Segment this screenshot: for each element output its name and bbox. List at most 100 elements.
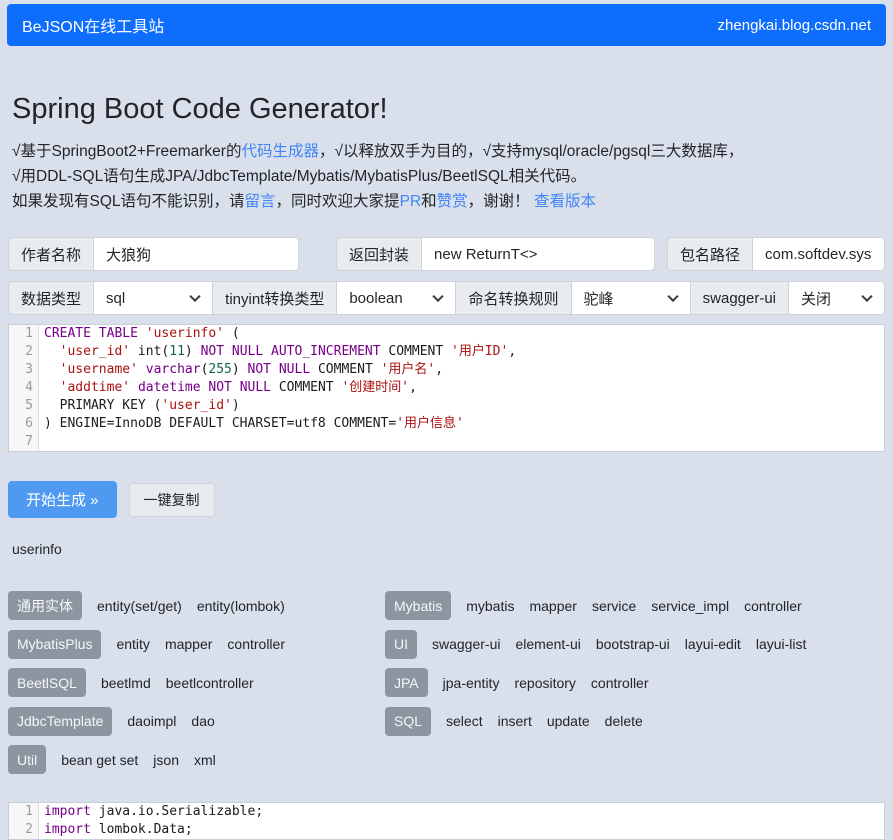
sql-editor[interactable]: 1CREATE TABLE 'userinfo' (2 'user_id' in… [8,324,885,452]
tag-column-left: 通用实体 entity(set/get) entity(lombok) Mybatis… [8,591,385,784]
tag-group-badge-ui: UI [385,630,417,659]
code-text: ) ENGINE=InnoDB DEFAULT CHARSET=utf8 COM… [39,415,464,433]
tag-column-right: Mybatismybatismapperserviceservice_implc… [385,591,885,784]
tag-group: 通用实体 entity(set/get) entity(lombok) [8,591,385,620]
datatype-label: 数据类型 [8,281,94,315]
datatype-value: sql [106,290,125,307]
tag-item-controller[interactable]: controller [744,598,802,614]
datatype-select[interactable]: sql [93,281,213,315]
code-text: CREATE TABLE 'userinfo' ( [39,325,240,343]
tag-group: BeetlSQL beetlmd beetlcontroller [8,668,385,697]
desc-text: 和 [421,193,437,210]
desc-text: 如果发现有SQL语句不能识别，请 [12,193,245,210]
tag-item-insert[interactable]: insert [498,713,532,729]
tag-group: UI swagger-ui element-ui bootstrap-ui layui-… [385,630,885,659]
line-number: 1 [9,803,39,821]
chevron-down-icon [433,291,444,302]
tinyint-label: tinyint转换类型 [212,281,337,315]
tag-group-badge-sql: SQL [385,707,431,736]
code-line: 1CREATE TABLE 'userinfo' ( [9,325,884,343]
tag-item-service-impl[interactable]: service_impl [651,598,729,614]
main-content: Spring Boot Code Generator! √基于SpringBoo… [0,93,893,840]
tag-group: SQL select insert update delete [385,707,885,736]
code-generator-link[interactable]: 代码生成器 [241,143,319,160]
tag-item-beetlmd[interactable]: beetlmd [101,675,151,691]
tag-item-controller[interactable]: controller [591,675,649,691]
tag-item-mapper[interactable]: mapper [165,636,212,652]
tag-group-badge-mybatis: Mybatis [385,591,451,620]
code-line: 1import java.io.Serializable; [9,803,884,821]
code-text: 'user_id' int(11) NOT NULL AUTO_INCREMEN… [39,343,516,361]
tag-item-json[interactable]: json [153,752,179,768]
code-line: 2import lombok.Data; [9,821,884,839]
description: √基于SpringBoot2+Freemarker的代码生成器，√以释放双手为目… [12,139,881,214]
form-row-2: 数据类型 sql tinyint转换类型 boolean 命名转换规则 驼峰 s… [8,281,885,315]
tag-group: JPAjpa-entityrepositorycontroller [385,668,885,697]
swagger-select[interactable]: 关闭 [788,281,885,315]
actions-bar: 开始生成 » 一键复制 [8,481,885,518]
chevron-down-icon [667,291,678,302]
code-text: import java.io.Serializable; [39,803,263,821]
line-number: 2 [9,821,39,839]
tag-item-xml[interactable]: xml [194,752,216,768]
tag-item-beetlcontroller[interactable]: beetlcontroller [166,675,254,691]
tag-item-entity-set-get-[interactable]: entity(set/get) [97,598,182,614]
output-tag-groups: 通用实体 entity(set/get) entity(lombok) Mybatis… [8,591,885,784]
tag-item-delete[interactable]: delete [605,713,643,729]
generate-button[interactable]: 开始生成 » [8,481,117,518]
form-row-1: 作者名称 返回封装 包名路径 [8,237,885,271]
tag-group: Mybatis mybatis mapper service service_impl c… [385,591,885,620]
donate-link[interactable]: 赞赏 [437,193,468,210]
brand-link[interactable]: BeJSON在线工具站 [22,13,164,37]
tinyint-select[interactable]: boolean [336,281,456,315]
line-number: 3 [9,361,39,379]
code-text: import lombok.Data; [39,821,193,839]
code-line: 3 'username' varchar(255) NOT NULL COMME… [9,361,884,379]
tag-item-service[interactable]: service [592,598,636,614]
tag-item-daoimpl[interactable]: daoimpl [127,713,176,729]
tag-item-update[interactable]: update [547,713,590,729]
tag-item-mapper[interactable]: mapper [529,598,576,614]
line-number: 6 [9,415,39,433]
code-line: 4 'addtime' datetime NOT NULL COMMENT '创… [9,379,884,397]
tag-group: JdbcTemplate daoimpl dao [8,707,385,736]
tag-item-select[interactable]: select [446,713,483,729]
code-text: 'addtime' datetime NOT NULL COMMENT '创建时… [39,379,417,397]
tag-item-entity-lombok-[interactable]: entity(lombok) [197,598,285,614]
tag-group-badge--: 通用实体 [8,591,82,620]
tag-group-badge-beetlsql: BeetlSQL [8,668,86,697]
description-line-1: √基于SpringBoot2+Freemarker的代码生成器，√以释放双手为目… [12,139,881,164]
chevron-down-icon [861,291,872,302]
code-line: 5 PRIMARY KEY ('user_id') [9,397,884,415]
tag-item-swagger-ui[interactable]: swagger-ui [432,636,500,652]
package-group: 包名路径 [667,237,885,271]
code-line: 7 [9,433,884,451]
package-input[interactable] [753,237,885,271]
site-link[interactable]: zhengkai.blog.csdn.net [718,17,871,34]
tag-group-badge-mybatisplus: MybatisPlus [8,630,101,659]
pr-link[interactable]: PR [400,193,422,210]
tag-item-repository[interactable]: repository [514,675,575,691]
view-version-link[interactable]: 查看版本 [534,193,596,210]
description-line-3: 如果发现有SQL语句不能识别，请留言，同时欢迎大家提PR和赞赏，谢谢！ 查看版本 [12,189,881,214]
return-wrapper-input[interactable] [422,237,655,271]
author-input[interactable] [94,237,299,271]
tag-group: MybatisPlus entity mapper controller [8,630,385,659]
line-number: 5 [9,397,39,415]
tag-item-mybatis[interactable]: mybatis [466,598,514,614]
leave-message-link[interactable]: 留言 [245,193,276,210]
tag-item-element-ui[interactable]: element-ui [515,636,580,652]
copy-button[interactable]: 一键复制 [129,483,215,517]
tag-group-badge-jdbctemplate: JdbcTemplate [8,707,112,736]
naming-select[interactable]: 驼峰 [571,281,691,315]
tag-item-bootstrap-ui[interactable]: bootstrap-ui [596,636,670,652]
desc-text: ，谢谢！ [468,193,530,210]
tag-item-jpa-entity[interactable]: jpa-entity [443,675,500,691]
tag-item-entity[interactable]: entity [116,636,149,652]
tag-item-dao[interactable]: dao [191,713,214,729]
tag-item-controller[interactable]: controller [227,636,285,652]
tag-item-bean-get-set[interactable]: bean get set [61,752,138,768]
tag-item-layui-list[interactable]: layui-list [756,636,807,652]
tag-item-layui-edit[interactable]: layui-edit [685,636,741,652]
desc-text: ，√以释放双手为目的，√支持mysql/oracle/pgsql三大数据库， [319,143,743,160]
